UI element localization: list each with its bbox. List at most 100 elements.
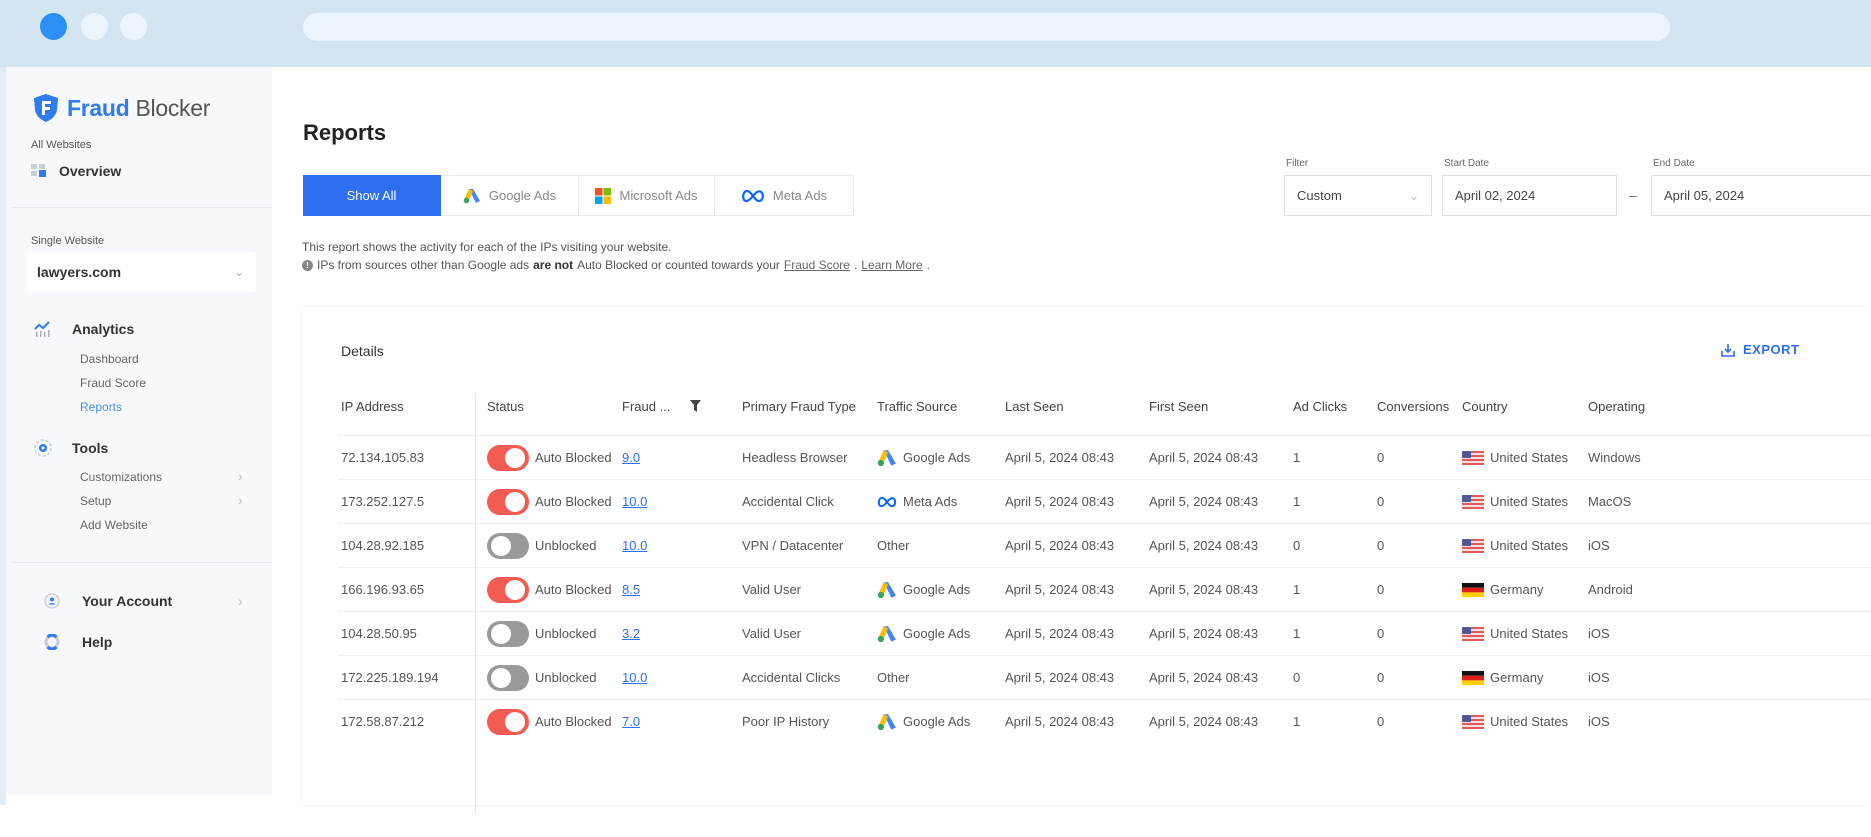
block-toggle[interactable] [487, 444, 529, 471]
operating-system: MacOS [1588, 494, 1632, 509]
col-country[interactable]: Country [1462, 399, 1508, 414]
tab-microsoft-ads[interactable]: Microsoft Ads [579, 175, 715, 216]
window-maximize-dot[interactable] [120, 13, 147, 40]
toggle-knob [505, 447, 525, 468]
country-label: Germany [1490, 670, 1544, 685]
help-label: Help [82, 634, 113, 650]
filter-select[interactable]: Custom ⌄ [1284, 175, 1432, 216]
fraud-score-link[interactable]: 8.5 [622, 582, 640, 597]
traffic-source: Google Ads [877, 713, 970, 731]
primary-fraud-type: Valid User [742, 582, 802, 597]
info-icon: ! [302, 259, 313, 271]
fraud-score-link[interactable]: 10.0 [622, 538, 647, 553]
country: Germany [1462, 670, 1543, 685]
logo[interactable]: Fraud Blocker [33, 93, 210, 123]
sidebar-item-setup[interactable]: Setup [80, 494, 111, 508]
table-row[interactable]: 72.134.105.83 Auto Blocked 9.0 Headless Bro… [338, 435, 1871, 479]
us-flag-icon [1462, 494, 1484, 509]
sidebar-item-overview[interactable]: Overview [31, 163, 121, 179]
sidebar-item-customizations[interactable]: Customizations [80, 470, 162, 484]
overview-label: Overview [59, 163, 122, 179]
status-cell: Auto Blocked [487, 708, 612, 735]
fraud-score-link[interactable]: Fraud Score [784, 258, 850, 272]
overview-grid-icon [31, 164, 46, 177]
col-conversions[interactable]: Conversions [1377, 399, 1449, 414]
traffic-source: Google Ads [877, 449, 970, 467]
table-row[interactable]: 173.252.127.5 Auto Blocked 10.0 Accidental … [338, 479, 1871, 523]
end-date-input[interactable]: April 05, 2024 [1651, 175, 1871, 216]
tab-google-ads[interactable]: Google Ads [441, 175, 579, 216]
address-bar[interactable] [303, 13, 1670, 41]
tools-label: Tools [72, 440, 109, 456]
status-label: Auto Blocked [535, 714, 612, 729]
block-toggle[interactable] [487, 488, 529, 515]
traffic-source: Other [877, 670, 910, 685]
operating-system: iOS [1588, 626, 1610, 641]
ad-clicks: 1 [1293, 714, 1301, 729]
ad-clicks: 1 [1293, 582, 1301, 597]
country: Germany [1462, 582, 1543, 597]
ip-address: 173.252.127.5 [341, 494, 425, 509]
sidebar-section-tools[interactable]: Tools [34, 439, 108, 457]
block-toggle[interactable] [487, 576, 529, 603]
col-ad-clicks[interactable]: Ad Clicks [1293, 399, 1347, 414]
sidebar-item-fraud-score[interactable]: Fraud Score [80, 376, 146, 390]
shield-logo-icon [34, 94, 58, 122]
tab-show-all[interactable]: Show All [303, 175, 441, 216]
start-date-input[interactable]: April 02, 2024 [1442, 175, 1617, 216]
tab-label: Google Ads [488, 188, 557, 203]
sidebar-item-reports[interactable]: Reports [80, 400, 122, 414]
window-close-dot[interactable] [40, 13, 67, 40]
col-ip-address[interactable]: IP Address [341, 399, 404, 414]
toggle-knob [505, 491, 525, 512]
tab-meta-ads[interactable]: Meta Ads [715, 175, 854, 216]
fraud-score-link[interactable]: 10.0 [622, 670, 647, 685]
status-cell: Unblocked [487, 532, 596, 559]
sidebar-item-dashboard[interactable]: Dashboard [80, 352, 139, 366]
google-ads-icon [877, 625, 896, 642]
col-operating-system[interactable]: Operating [1588, 399, 1645, 414]
report-description: This report shows the activity for each … [302, 240, 672, 254]
start-date-value: April 02, 2024 [1455, 188, 1536, 203]
block-toggle[interactable] [487, 708, 529, 735]
first-seen: April 5, 2024 08:43 [1149, 714, 1259, 729]
germany-flag-icon [1462, 582, 1484, 597]
col-last-seen[interactable]: Last Seen [1005, 399, 1064, 414]
window-minimize-dot[interactable] [81, 13, 108, 40]
col-traffic-source[interactable]: Traffic Source [877, 399, 957, 414]
sidebar-section-analytics[interactable]: Analytics [34, 321, 134, 337]
fraud-score-link[interactable]: 10.0 [622, 494, 647, 509]
sidebar-item-help[interactable]: Help [44, 634, 112, 650]
traffic-source: Other [877, 538, 910, 553]
table-row[interactable]: 104.28.50.95 Unblocked 3.2 Valid User Google… [338, 611, 1871, 655]
status-cell: Unblocked [487, 664, 596, 691]
block-toggle[interactable] [487, 532, 529, 559]
traffic-source-label: Other [877, 538, 910, 553]
conversions: 0 [1377, 494, 1385, 509]
col-primary-fraud-type[interactable]: Primary Fraud Type [742, 399, 856, 414]
fraud-score-link[interactable]: 7.0 [622, 714, 640, 729]
learn-more-link[interactable]: Learn More [861, 258, 922, 272]
conversions: 0 [1377, 714, 1385, 729]
col-status[interactable]: Status [487, 399, 524, 414]
table-row[interactable]: 172.225.189.194 Unblocked 10.0 Accidental C… [338, 655, 1871, 699]
table-row[interactable]: 104.28.92.185 Unblocked 10.0 VPN / Datacent… [338, 523, 1871, 567]
col-first-seen[interactable]: First Seen [1149, 399, 1208, 414]
sidebar-item-add-website[interactable]: Add Website [80, 518, 148, 532]
website-select[interactable]: lawyers.com ⌄ [27, 252, 256, 292]
col-fraud-score[interactable]: Fraud ... [622, 399, 702, 414]
traffic-source-label: Meta Ads [903, 494, 958, 509]
block-toggle[interactable] [487, 664, 529, 691]
block-toggle[interactable] [487, 620, 529, 647]
filter-funnel-icon[interactable] [690, 400, 702, 412]
table-row[interactable]: 166.196.93.65 Auto Blocked 8.5 Valid User Go… [338, 567, 1871, 611]
fraud-score-link[interactable]: 9.0 [622, 450, 640, 465]
ip-address: 104.28.50.95 [341, 626, 417, 641]
export-button[interactable]: EXPORT [1721, 342, 1799, 357]
fraud-score-link[interactable]: 3.2 [622, 626, 640, 641]
sidebar-item-your-account[interactable]: Your Account [44, 593, 172, 609]
country: United States [1462, 714, 1568, 729]
conversions: 0 [1377, 670, 1385, 685]
your-account-label: Your Account [82, 593, 173, 609]
table-row[interactable]: 172.58.87.212 Auto Blocked 7.0 Poor IP Hist… [338, 699, 1871, 743]
